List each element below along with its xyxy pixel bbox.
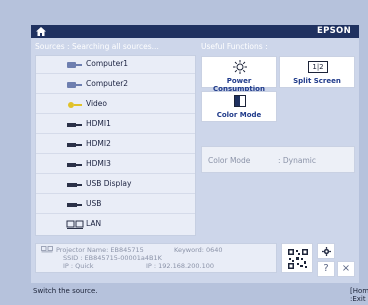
source-label: HDMI1: [86, 119, 111, 128]
color-mode-icon: [234, 95, 246, 107]
source-item-computer1[interactable]: Computer1: [36, 56, 195, 74]
ssid: SSID : EB845715-00001a4B1K: [63, 254, 162, 262]
network-info-panel: Projector Name: EB845715 Keyword: 0640 S…: [35, 243, 277, 273]
source-item-usb[interactable]: USB: [36, 196, 195, 214]
close-icon: ×: [341, 263, 351, 274]
power-consumption-button[interactable]: Power Consumption: [201, 56, 277, 93]
source-list: Computer1 Computer2 Video HDMI1 HDMI2 HD…: [35, 55, 196, 236]
source-label: HDMI3: [86, 159, 111, 168]
source-item-hdmi1[interactable]: HDMI1: [36, 116, 195, 134]
sources-title: Sources : Searching all sources...: [35, 42, 159, 51]
source-label: HDMI2: [86, 139, 111, 148]
computer-port-icon: [67, 62, 82, 68]
qr-code-button[interactable]: [281, 243, 313, 273]
projector-name: Projector Name: EB845715: [56, 246, 144, 254]
source-label: LAN: [86, 219, 102, 228]
qr-code-icon: [287, 248, 309, 270]
keyword: Keyword: 0640: [174, 246, 223, 254]
source-item-computer2[interactable]: Computer2: [36, 76, 195, 94]
source-item-video[interactable]: Video: [36, 96, 195, 114]
hdmi-port-icon: [67, 163, 82, 167]
lan-icon: [66, 220, 84, 229]
split-screen-label: Split Screen: [293, 77, 341, 85]
lan-icon: [41, 246, 53, 253]
status-hint: Switch the source.: [33, 287, 98, 295]
ip-address: IP : 192.168.200.100: [146, 262, 214, 270]
source-label: Computer1: [86, 59, 129, 68]
brand-label: EPSON: [317, 26, 351, 36]
exit-hint: [Home] :Exit: [350, 287, 368, 303]
gear-icon: [322, 247, 331, 256]
hdmi-port-icon: [67, 143, 82, 147]
split-screen-icon: 1|2: [308, 61, 328, 73]
functions-title: Useful Functions :: [201, 42, 268, 51]
help-button[interactable]: ?: [317, 261, 335, 277]
video-port-icon: [68, 102, 82, 108]
color-mode-status: Color Mode : Dynamic: [201, 146, 355, 173]
home-icon[interactable]: [36, 27, 46, 36]
source-label: Video: [86, 99, 108, 108]
source-label: USB Display: [86, 179, 132, 188]
color-mode-value: : Dynamic: [278, 156, 316, 165]
color-mode-button[interactable]: Color Mode: [201, 91, 277, 122]
ip-mode: IP : Quick: [63, 262, 94, 270]
projector-home-screen: EPSON Sources : Searching all sources...…: [31, 25, 368, 303]
source-label: Computer2: [86, 79, 129, 88]
help-icon: ?: [323, 263, 329, 274]
sun-icon: [233, 60, 247, 74]
usb-display-icon: [67, 183, 82, 187]
title-bar: EPSON: [31, 25, 359, 38]
computer-port-icon: [67, 82, 82, 88]
settings-button[interactable]: [317, 243, 335, 259]
split-screen-button[interactable]: 1|2 Split Screen: [279, 56, 355, 88]
source-label: USB: [86, 199, 102, 208]
close-button[interactable]: ×: [337, 261, 355, 277]
color-mode-key: Color Mode: [208, 156, 251, 165]
source-item-hdmi2[interactable]: HDMI2: [36, 136, 195, 154]
hdmi-port-icon: [67, 123, 82, 127]
source-item-hdmi3[interactable]: HDMI3: [36, 156, 195, 174]
color-mode-label: Color Mode: [216, 111, 262, 119]
source-item-usb-display[interactable]: USB Display: [36, 176, 195, 194]
usb-icon: [67, 203, 82, 207]
source-item-lan[interactable]: LAN: [36, 216, 195, 234]
